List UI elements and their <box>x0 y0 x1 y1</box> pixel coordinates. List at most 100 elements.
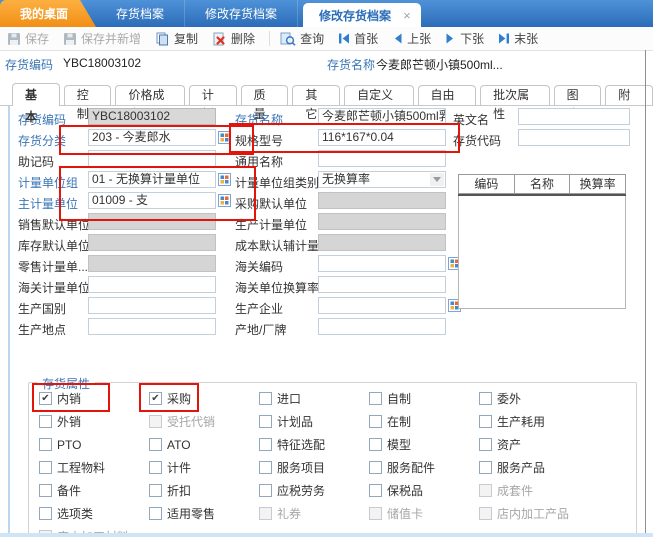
field-input[interactable]: 无换算率 <box>318 171 446 188</box>
field-input[interactable] <box>318 297 446 314</box>
attr-checkbox[interactable] <box>149 461 162 474</box>
form-row: 存货代码 <box>453 129 633 150</box>
detail-tab-bar: 基本控制价格成本计划质量其它自定义项自由项批次属性图片附件 <box>0 83 653 106</box>
attr-checkbox[interactable] <box>149 438 162 451</box>
detail-tab-3[interactable]: 价格成本 <box>115 85 184 105</box>
toolbar-button-delete[interactable]: 删除 <box>212 30 255 47</box>
attr-checkbox[interactable] <box>259 438 272 451</box>
tab-close-icon[interactable]: × <box>403 8 411 23</box>
attr-checkbox[interactable] <box>369 438 382 451</box>
attr-checkbox[interactable] <box>259 415 272 428</box>
field-value: 01 - 无换算计量单位 <box>92 172 200 186</box>
attr-checkbox[interactable] <box>149 484 162 497</box>
attr-item: 选项类 <box>39 502 149 525</box>
toolbar-button-copy[interactable]: 复制 <box>155 30 198 47</box>
lookup-picker-icon[interactable] <box>218 194 231 207</box>
attr-checkbox[interactable] <box>39 507 52 520</box>
attr-checkbox[interactable] <box>479 415 492 428</box>
attr-checkbox[interactable] <box>39 415 52 428</box>
field-label: 存货分类 <box>18 132 66 149</box>
attr-checkbox[interactable] <box>479 392 492 405</box>
field-input[interactable] <box>88 318 216 335</box>
attr-checkbox[interactable]: ✔ <box>39 392 52 405</box>
attr-checkbox[interactable] <box>259 484 272 497</box>
field-label: 成本默认辅计量 <box>235 237 319 254</box>
attr-item: ATO <box>149 433 259 456</box>
field-input[interactable] <box>318 276 446 293</box>
attr-checkbox[interactable] <box>369 461 382 474</box>
attr-item: 成套件 <box>479 479 625 502</box>
attr-checkbox[interactable] <box>369 415 382 428</box>
form-row: 生产地点 <box>18 318 250 339</box>
window-tab-2[interactable]: 存货档案 <box>96 0 185 27</box>
field-input[interactable]: 116*167*0.04 <box>318 129 446 146</box>
panel-left-border <box>8 106 10 533</box>
field-label: 海关单位换算率 <box>235 279 319 296</box>
toolbar-button-label: 保存并新增 <box>81 30 141 47</box>
toolbar-button-last[interactable]: 末张 <box>498 30 538 47</box>
toolbar-button-next[interactable]: 下张 <box>445 30 484 47</box>
attr-checkbox[interactable] <box>259 461 272 474</box>
form-row: 主计量单位01009 - 支 <box>18 192 250 213</box>
attr-checkbox[interactable] <box>479 438 492 451</box>
toolbar-button-label: 下张 <box>460 30 484 47</box>
attr-checkbox[interactable] <box>369 484 382 497</box>
form-row: 生产国别 <box>18 297 250 318</box>
detail-tab-8[interactable]: 自由项 <box>418 85 477 105</box>
attr-label: 生产耗用 <box>497 413 545 430</box>
attr-label: 自制 <box>387 390 411 407</box>
window-tab-3[interactable]: 修改存货档案 <box>185 0 298 27</box>
field-input[interactable] <box>318 318 446 335</box>
attr-checkbox[interactable] <box>39 461 52 474</box>
detail-tab-5[interactable]: 质量 <box>241 85 289 105</box>
dropdown-arrow-icon <box>430 173 444 186</box>
field-label: 销售默认单位 <box>18 216 90 233</box>
field-input[interactable] <box>88 297 216 314</box>
detail-tab-6[interactable]: 其它 <box>292 85 340 105</box>
attr-label: 工程物料 <box>57 459 105 476</box>
toolbar-button-query[interactable]: 查询 <box>280 30 324 47</box>
attr-label: PTO <box>57 438 81 452</box>
form-row: 海关编码 <box>235 255 463 276</box>
attr-checkbox[interactable] <box>39 438 52 451</box>
window-tab-1[interactable]: 我的桌面 <box>0 0 96 27</box>
field-input[interactable] <box>518 129 630 146</box>
field-input[interactable] <box>318 255 446 272</box>
save-new-icon <box>63 32 77 46</box>
attr-checkbox[interactable] <box>149 507 162 520</box>
field-value: YBC18003102 <box>92 109 170 123</box>
attr-checkbox[interactable] <box>259 392 272 405</box>
lookup-picker-icon[interactable] <box>218 173 231 186</box>
field-input[interactable]: 203 - 今麦郎水 <box>88 129 216 146</box>
attr-checkbox[interactable] <box>39 484 52 497</box>
detail-tab-9[interactable]: 批次属性 <box>480 85 549 105</box>
attr-checkbox[interactable]: ✔ <box>149 392 162 405</box>
record-name-label: 存货名称 <box>327 56 375 73</box>
toolbar-button-first[interactable]: 首张 <box>338 30 378 47</box>
field-input[interactable]: 今麦郎芒顿小镇500ml乳酸菌 <box>318 108 446 125</box>
attr-item: 服务产品 <box>479 456 625 479</box>
field-label: 库存默认单位 <box>18 237 90 254</box>
field-input[interactable] <box>88 150 216 167</box>
field-input[interactable]: 01009 - 支 <box>88 192 216 209</box>
attr-checkbox[interactable] <box>369 392 382 405</box>
attr-checkbox[interactable] <box>479 461 492 474</box>
field-label: 采购默认单位 <box>235 195 307 212</box>
toolbar-button-prev[interactable]: 上张 <box>392 30 431 47</box>
field-input[interactable]: 01 - 无换算计量单位 <box>88 171 216 188</box>
field-input[interactable] <box>318 150 446 167</box>
form-row: 零售计量单... <box>18 255 250 276</box>
field-value: 203 - 今麦郎水 <box>92 130 171 144</box>
detail-tab-4[interactable]: 计划 <box>189 85 237 105</box>
field-input[interactable] <box>518 108 630 125</box>
detail-tab-7[interactable]: 自定义项 <box>344 85 413 105</box>
field-value: 01009 - 支 <box>92 193 148 207</box>
lookup-picker-icon[interactable] <box>218 131 231 144</box>
detail-tab-2[interactable]: 控制 <box>64 85 112 105</box>
form-row: 采购默认单位 <box>235 192 463 213</box>
window-tab-4[interactable]: 修改存货档案× <box>303 3 421 27</box>
field-input[interactable] <box>88 276 216 293</box>
detail-tab-1[interactable]: 基本 <box>12 83 60 106</box>
attr-item: 自制 <box>369 387 479 410</box>
detail-tab-10[interactable]: 图片 <box>554 85 602 105</box>
